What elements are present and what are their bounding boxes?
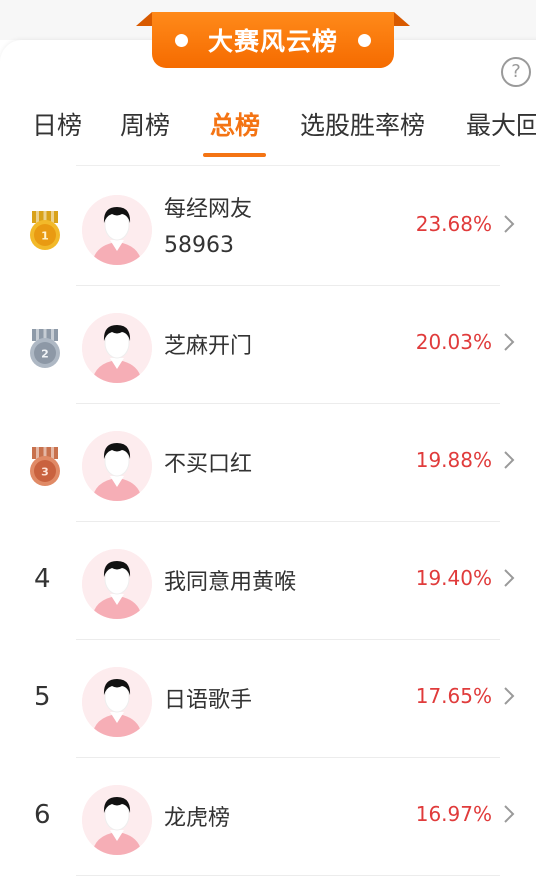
default-user-icon xyxy=(82,549,152,619)
banner-dot-right xyxy=(358,33,371,47)
medal-rank-label: 3 xyxy=(41,466,49,479)
rank-number: 4 xyxy=(34,564,51,594)
user-name[interactable]: 日语歌手 xyxy=(164,683,252,719)
user-name[interactable]: 芝麻开门 xyxy=(164,329,252,365)
avatar[interactable] xyxy=(82,195,152,265)
user-name-line: 不买口红 xyxy=(164,452,253,477)
leaderboard-row[interactable]: 2 芝麻开门 20.03% xyxy=(0,286,536,404)
banner-ribbon-left xyxy=(136,12,152,26)
avatar[interactable] xyxy=(82,549,152,619)
active-tab-indicator xyxy=(203,153,266,157)
chevron-right-icon[interactable] xyxy=(502,567,516,589)
tab-bar: 日榜 周榜 总榜 选股胜率榜 最大回 xyxy=(0,100,536,160)
leaderboard-row[interactable]: 5 日语歌手 17.65% xyxy=(0,640,536,758)
banner-body: 大赛风云榜 xyxy=(152,12,394,68)
rank-number: 6 xyxy=(34,800,51,830)
avatar[interactable] xyxy=(82,785,152,855)
user-name[interactable]: 每经网友 58963 xyxy=(164,192,252,264)
avatar[interactable] xyxy=(82,431,152,501)
user-name[interactable]: 我同意用黄喉 xyxy=(164,565,296,601)
win-rate: 23.68% xyxy=(415,212,492,236)
tab-overall[interactable]: 总榜 xyxy=(210,106,260,142)
default-user-icon xyxy=(82,195,152,265)
chevron-right-icon[interactable] xyxy=(502,449,516,471)
tab-daily[interactable]: 日榜 xyxy=(32,106,82,142)
banner-dot-left xyxy=(174,33,188,47)
user-name-line: 我同意用黄喉 xyxy=(164,570,297,595)
leaderboard-row[interactable]: 1 每经网友 58963 23.68% xyxy=(0,168,536,286)
chevron-right-icon[interactable] xyxy=(502,803,516,825)
tab-divider xyxy=(76,165,500,166)
leaderboard-row[interactable]: 3 不买口红 19.88% xyxy=(0,404,536,522)
tab-weekly[interactable]: 周榜 xyxy=(120,106,170,142)
user-name-line-2: 58963 xyxy=(164,233,234,258)
gold-medal-icon: 1 xyxy=(28,211,62,251)
user-name[interactable]: 龙虎榜 xyxy=(164,801,230,837)
user-name-line: 每经网友 xyxy=(164,197,253,222)
leaderboard-row[interactable]: 4 我同意用黄喉 19.40% xyxy=(0,522,536,640)
header-banner: 大赛风云榜 xyxy=(136,12,410,70)
avatar[interactable] xyxy=(82,313,152,383)
tab-stock-win-rate[interactable]: 选股胜率榜 xyxy=(300,106,425,142)
tab-max-drawdown[interactable]: 最大回 xyxy=(466,106,536,142)
avatar[interactable] xyxy=(82,667,152,737)
rank-number: 5 xyxy=(34,682,51,712)
medal-rank-label: 2 xyxy=(41,348,49,361)
default-user-icon xyxy=(82,431,152,501)
banner-ribbon-right xyxy=(394,12,410,26)
silver-medal-icon: 2 xyxy=(28,329,62,369)
page-title: 大赛风云榜 xyxy=(207,27,338,56)
user-name[interactable]: 不买口红 xyxy=(164,447,252,483)
chevron-right-icon[interactable] xyxy=(502,331,516,353)
win-rate: 16.97% xyxy=(415,802,492,826)
chevron-right-icon[interactable] xyxy=(502,213,516,235)
user-name-line: 日语歌手 xyxy=(164,688,253,713)
win-rate: 20.03% xyxy=(415,330,492,354)
default-user-icon xyxy=(82,667,152,737)
user-name-line: 芝麻开门 xyxy=(164,334,253,359)
win-rate: 19.88% xyxy=(415,448,492,472)
help-icon[interactable]: ? xyxy=(501,57,531,87)
win-rate: 19.40% xyxy=(415,566,492,590)
row-divider xyxy=(76,875,500,876)
bronze-medal-icon: 3 xyxy=(28,447,62,487)
leaderboard-row[interactable]: 6 龙虎榜 16.97% xyxy=(0,758,536,876)
chevron-right-icon[interactable] xyxy=(502,685,516,707)
default-user-icon xyxy=(82,785,152,855)
user-name-line: 龙虎榜 xyxy=(164,806,231,831)
medal-rank-label: 1 xyxy=(41,230,49,243)
win-rate: 17.65% xyxy=(415,684,492,708)
default-user-icon xyxy=(82,313,152,383)
